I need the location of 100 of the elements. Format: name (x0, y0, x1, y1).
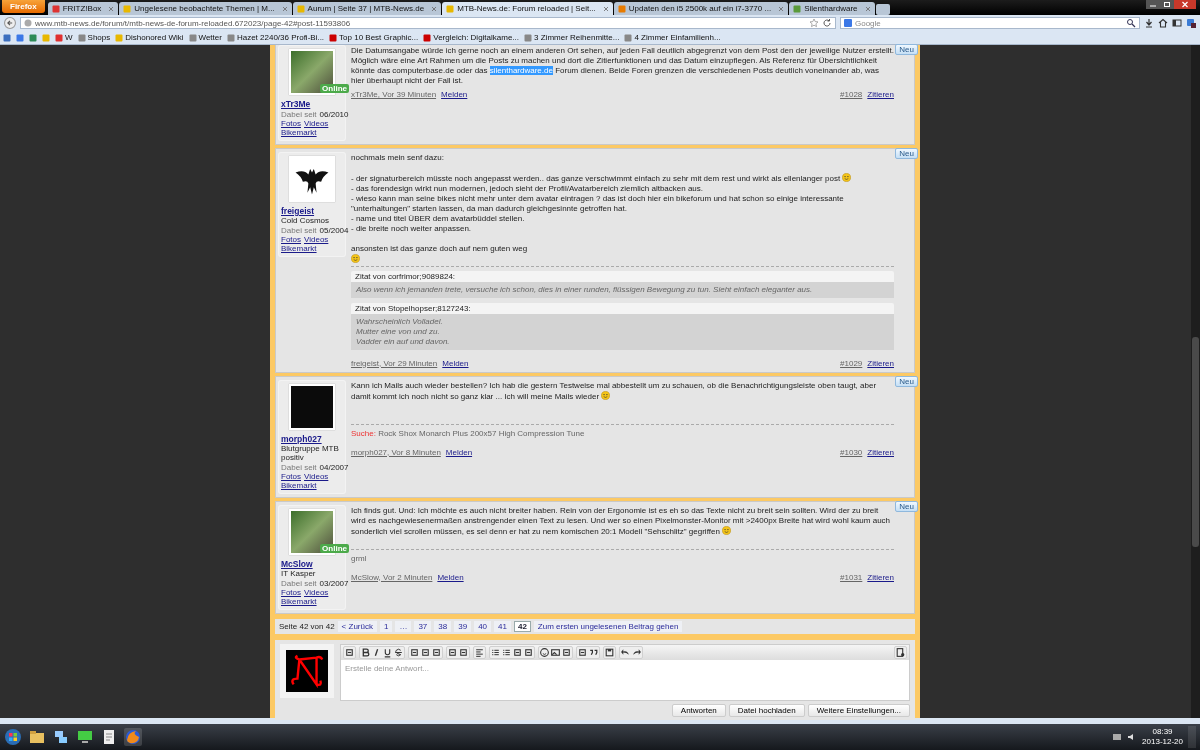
bookmark-item[interactable]: Wetter (188, 33, 222, 42)
quote-link[interactable]: Zitieren (867, 358, 894, 368)
action-button[interactable]: Datei hochladen (728, 703, 805, 717)
bookmark-item[interactable]: Vergleich: Digitalkame... (423, 33, 520, 42)
report-link[interactable]: Melden (442, 358, 469, 368)
bold-icon[interactable] (360, 646, 371, 658)
favicon-icon (624, 33, 633, 42)
username-link[interactable]: morph027 (281, 433, 342, 444)
align-icon[interactable] (474, 646, 485, 658)
new-tab-button[interactable] (875, 4, 890, 15)
page-link[interactable]: 41 (494, 620, 511, 632)
browser-tab[interactable]: Updaten den i5 2500k auf ein i7-3770 ... (613, 2, 789, 15)
close-tab-icon[interactable] (281, 5, 288, 12)
back-icon[interactable] (4, 17, 16, 29)
bookmark-item[interactable]: 3 Zimmer Reihenmitte... (524, 33, 620, 42)
search-box[interactable]: Google (840, 17, 1140, 29)
minimize-icon[interactable] (1146, 0, 1160, 9)
browser-tab[interactable]: FRITZ!Box (47, 2, 119, 15)
profile-link[interactable]: Fotos (281, 471, 301, 481)
post-text: - wieso kann man seine bikes nicht mehr unter dem avatar eintragen ? das ist doch hier ein bikeforum und hat schon so einige interessante "unterhaltungen" starten lassen, da man dadurch gleichgesinnte getroffen hat. (351, 193, 845, 214)
close-tab-icon[interactable] (108, 5, 115, 12)
folder-icon[interactable] (28, 728, 46, 746)
post-text: - der signaturbereich müsste noch angepasst werden.. das ganze verschwimmt einfach zu sehr mit dem rest und wirkt als ellenlanger post (351, 173, 894, 184)
star-icon[interactable] (809, 18, 819, 28)
profile-link[interactable]: Videos (304, 587, 329, 597)
close-tab-icon[interactable] (864, 5, 871, 12)
network-icon[interactable] (52, 728, 70, 746)
profile-link[interactable]: Bikemarkt (281, 480, 317, 490)
start-icon[interactable] (4, 728, 22, 746)
bookmark-item[interactable]: Top 10 Best Graphic... (329, 33, 419, 42)
page-link[interactable]: 1 (379, 620, 393, 632)
report-link[interactable]: Melden (437, 572, 464, 582)
quote-link[interactable]: Zitieren (867, 90, 894, 99)
page-link[interactable]: 37 (414, 620, 432, 632)
new-badge: Neu (895, 148, 918, 159)
bookmark-item[interactable]: Hazet 2240/36 Profi-Bi... (226, 33, 325, 42)
close-icon[interactable] (1174, 0, 1196, 9)
bookmark-item[interactable]: W (55, 33, 73, 42)
page-link[interactable]: 39 (454, 620, 472, 632)
profile-link[interactable]: Bikemarkt (281, 244, 317, 253)
bookmark-item[interactable]: Shops (77, 33, 111, 42)
bookmark-item[interactable]: 4 Zimmer Einfamilienh... (624, 33, 721, 42)
browser-icon[interactable] (124, 728, 142, 746)
previous-page-link[interactable]: < Zurück (337, 620, 377, 632)
strikethrough-icon[interactable] (393, 646, 404, 658)
page-link[interactable]: … (395, 620, 412, 632)
page-link[interactable]: 38 (434, 620, 452, 632)
close-tab-icon[interactable] (602, 5, 609, 12)
addon-icon[interactable] (1186, 18, 1196, 28)
profile-link[interactable]: Fotos (281, 119, 301, 128)
clock[interactable]: 08:39 2013-12-20 (1142, 727, 1183, 747)
browser-tab[interactable]: MTB-News.de: Forum reloaded | Seit... (442, 2, 613, 15)
username-link[interactable]: xTr3Me (281, 99, 342, 109)
profile-link[interactable]: Videos (304, 119, 329, 128)
username-link[interactable]: freigeist (281, 206, 342, 216)
save-icon[interactable] (604, 646, 615, 658)
post-number[interactable]: #1028 (840, 90, 863, 99)
action-button[interactable]: Antworten (671, 703, 726, 717)
post-number[interactable]: #1031 (840, 572, 863, 582)
quote-link[interactable]: Zitieren (867, 447, 894, 457)
source-toggle-icon[interactable] (895, 646, 906, 658)
browser-tab[interactable]: Ungelesene beobachtete Themen | M... (119, 2, 292, 15)
profile-link[interactable]: Videos (304, 471, 329, 481)
unread-link[interactable]: Zum ersten ungelesenen Beitrag gehen (533, 620, 683, 632)
quote-link[interactable]: Zitieren (867, 572, 894, 582)
image-icon[interactable] (550, 646, 561, 658)
close-tab-icon[interactable] (778, 5, 785, 12)
username-link[interactable]: McSlow (281, 558, 342, 569)
report-link[interactable]: Melden (441, 90, 468, 99)
smiley-icon[interactable] (539, 646, 550, 658)
action-button[interactable]: Weitere Einstellungen... (807, 703, 910, 717)
profile-link[interactable]: Bikemarkt (281, 596, 317, 606)
profile-link[interactable]: Bikemarkt (281, 128, 317, 137)
address-field[interactable]: www.mtb-news.de/forum/t/mtb-news-de-forum-reloaded.672023/page-42#post-11593806 (20, 17, 836, 29)
monitor-icon[interactable] (76, 728, 94, 746)
search-field[interactable]: Google (855, 18, 1123, 28)
post-number[interactable]: #1029 (840, 358, 863, 368)
maximize-icon[interactable] (1160, 0, 1174, 9)
report-link[interactable]: Melden (445, 447, 473, 457)
bookmark-item[interactable]: Dishonored Wiki (115, 33, 184, 42)
page-link[interactable]: 42 (513, 620, 531, 632)
post-number[interactable]: #1030 (840, 447, 863, 457)
browser-tab[interactable]: Aurum | Seite 37 | MTB-News.de (292, 2, 442, 15)
profile-link[interactable]: Fotos (281, 587, 301, 597)
close-tab-icon[interactable] (431, 5, 438, 12)
home-icon[interactable] (1158, 18, 1168, 28)
reply-field[interactable]: Erstelle deine Antwort... (341, 659, 909, 700)
download-icon[interactable] (1144, 18, 1154, 28)
tray-icon[interactable] (1112, 732, 1123, 742)
avatar-drawing (288, 156, 335, 202)
profile-link[interactable]: Fotos (281, 235, 301, 244)
scrollbar-thumb[interactable] (1192, 337, 1199, 547)
underline-icon[interactable] (382, 646, 393, 658)
window-icon[interactable] (1172, 18, 1182, 28)
reload-icon[interactable] (822, 18, 832, 28)
search-icon[interactable] (1126, 18, 1136, 28)
page-link[interactable]: 40 (474, 620, 492, 632)
browser-tab[interactable]: Silenthardware (789, 2, 875, 15)
profile-link[interactable]: Videos (304, 235, 329, 244)
joined-date: 05/2004 (319, 226, 349, 235)
